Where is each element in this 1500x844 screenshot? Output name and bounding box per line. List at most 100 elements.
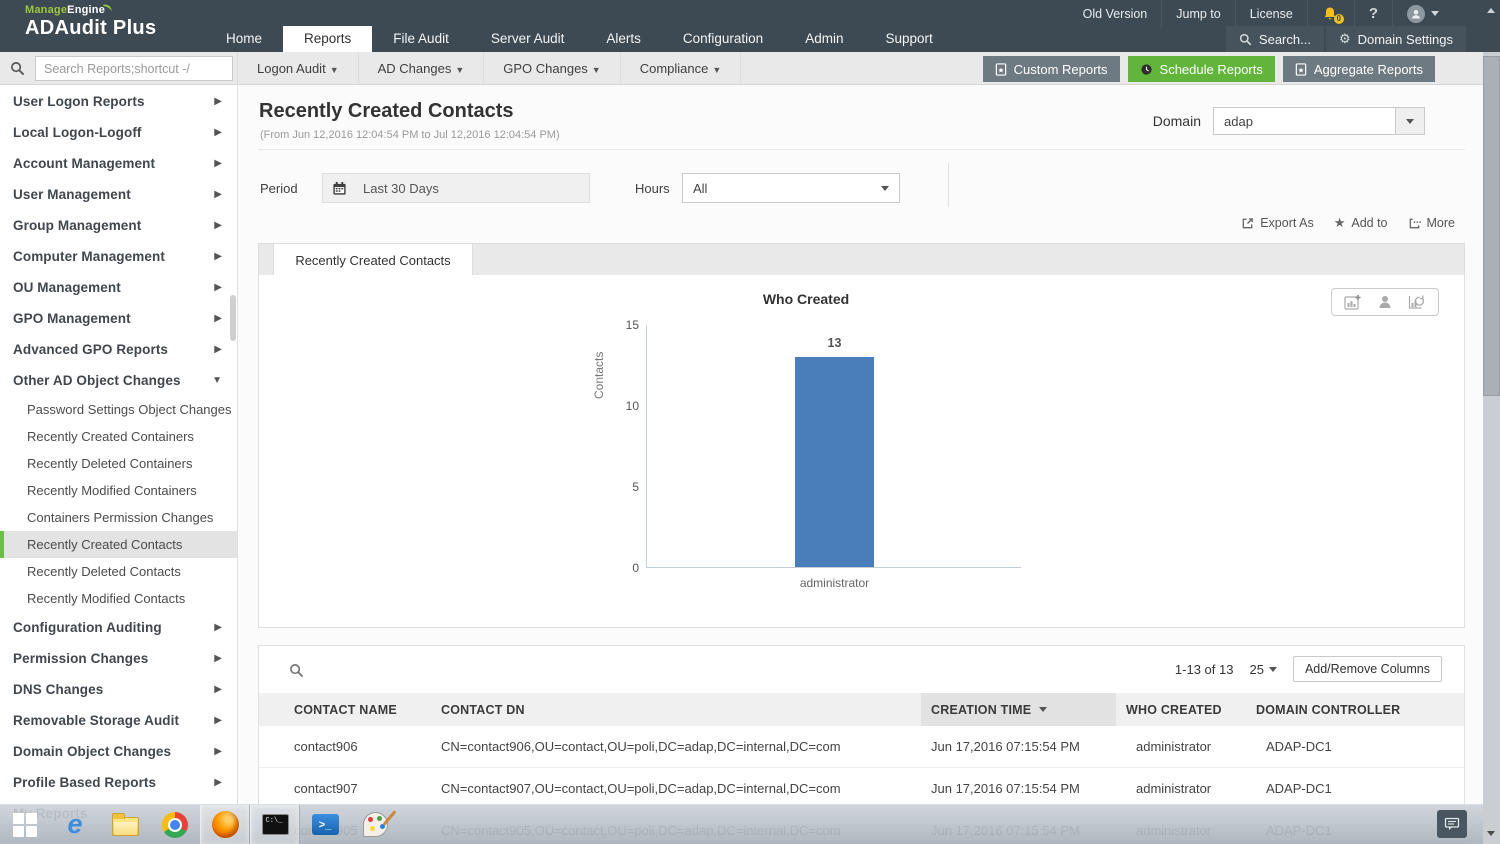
chevron-right-icon: ▶	[214, 96, 222, 107]
sidebar-subitem-containers-permission-changes[interactable]: Containers Permission Changes	[0, 504, 237, 531]
report-doc-icon	[1295, 62, 1307, 76]
table-search-icon[interactable]	[289, 663, 304, 683]
sidebar-item-domain-object-changes[interactable]: Domain Object Changes ▶	[0, 736, 237, 767]
license-link[interactable]: License	[1234, 0, 1307, 27]
sidebar-item-gpo-management[interactable]: GPO Management ▶	[0, 303, 237, 334]
add-chart-icon[interactable]	[1344, 294, 1362, 310]
sidebar-subitem-recently-modified-contacts[interactable]: Recently Modified Contacts	[0, 585, 237, 612]
tab-home[interactable]: Home	[205, 26, 283, 52]
header-buttons: Search... ⚙ Domain Settings	[1225, 26, 1466, 52]
sidebar-subitem-recently-created-containers[interactable]: Recently Created Containers	[0, 423, 237, 450]
sidebar-item-removable-storage-audit[interactable]: Removable Storage Audit ▶	[0, 705, 237, 736]
column-header-contact-name[interactable]: CONTACT NAME	[294, 703, 441, 717]
sidebar-subitem-recently-modified-containers[interactable]: Recently Modified Containers	[0, 477, 237, 504]
chevron-right-icon: ▶	[214, 715, 222, 726]
notifications-button[interactable]: 0	[1306, 0, 1354, 27]
chrome-button[interactable]	[150, 805, 200, 844]
sidebar-item-group-management[interactable]: Group Management ▶	[0, 210, 237, 241]
tab-alerts[interactable]: Alerts	[585, 26, 662, 52]
refresh-chart-icon[interactable]	[1408, 294, 1426, 310]
sidebar-subitem-recently-created-contacts[interactable]: Recently Created Contacts	[0, 531, 237, 558]
page-scrollbar[interactable]	[1483, 0, 1500, 844]
scrollbar-thumb[interactable]	[1483, 56, 1500, 396]
sidebar-item-dns-changes[interactable]: DNS Changes ▶	[0, 674, 237, 705]
old-version-link[interactable]: Old Version	[1069, 0, 1162, 27]
account-menu[interactable]	[1392, 0, 1453, 27]
tab-reports[interactable]: Reports	[283, 26, 373, 52]
hours-select[interactable]: All	[682, 173, 900, 203]
powershell-button[interactable]: >_	[300, 805, 350, 844]
sidebar-item-computer-management[interactable]: Computer Management ▶	[0, 241, 237, 272]
user-view-icon[interactable]	[1377, 294, 1393, 310]
menu-logon-audit[interactable]: Logon Audit ▼	[237, 52, 359, 85]
hours-label: Hours	[635, 181, 670, 196]
domain-settings-button[interactable]: ⚙ Domain Settings	[1325, 26, 1466, 52]
sidebar-scroll-handle[interactable]	[230, 295, 236, 341]
export-as-link[interactable]: Export As	[1241, 215, 1314, 231]
scroll-up-arrow-icon[interactable]	[1487, 8, 1495, 13]
internet-explorer-button[interactable]: e	[50, 805, 100, 844]
table-controls: 1-13 of 13 25 Add/Remove Columns	[1175, 656, 1442, 682]
sidebar-subitem-password-settings-object-changes[interactable]: Password Settings Object Changes	[0, 396, 237, 423]
page-size-select[interactable]: 25	[1249, 662, 1277, 677]
add-remove-columns-button[interactable]: Add/Remove Columns	[1292, 656, 1442, 682]
sidebar-item-configuration-auditing[interactable]: Configuration Auditing ▶	[0, 612, 237, 643]
toolbar-buttons: Custom Reports Schedule Reports Aggregat…	[982, 56, 1435, 82]
start-button[interactable]	[0, 805, 50, 844]
sidebar-item-profile-based-reports[interactable]: Profile Based Reports ▶	[0, 767, 237, 798]
menu-compliance[interactable]: Compliance ▼	[621, 52, 742, 85]
sidebar-item-other-ad-object-changes[interactable]: Other AD Object Changes ▼	[0, 365, 237, 396]
jump-to-link[interactable]: Jump to	[1161, 0, 1234, 27]
report-search-input[interactable]	[35, 56, 233, 81]
brand-manage: Manage	[25, 4, 68, 16]
schedule-reports-button[interactable]: Schedule Reports	[1127, 56, 1275, 82]
tab-admin[interactable]: Admin	[784, 26, 864, 52]
table-row[interactable]: contact906 CN=contact906,OU=contact,OU=p…	[259, 726, 1464, 768]
tab-server-audit[interactable]: Server Audit	[470, 26, 586, 52]
aggregate-reports-button[interactable]: Aggregate Reports	[1282, 56, 1435, 82]
scroll-down-arrow-icon[interactable]	[1487, 831, 1495, 836]
paint-button[interactable]	[350, 805, 400, 844]
more-icon	[1409, 218, 1421, 228]
chevron-down-icon	[1268, 666, 1277, 672]
add-to-link[interactable]: ★ Add to	[1334, 215, 1388, 231]
product-name: ADAudit Plus	[25, 17, 157, 39]
cmd-button[interactable]: C:\_	[250, 804, 300, 844]
sidebar-item-account-management[interactable]: Account Management ▶	[0, 148, 237, 179]
y-tick: 0	[632, 561, 639, 575]
column-header-domain-controller[interactable]: DOMAIN CONTROLLER	[1256, 703, 1464, 717]
report-search-icon[interactable]	[0, 52, 35, 85]
sidebar-item-permission-changes[interactable]: Permission Changes ▶	[0, 643, 237, 674]
menu-gpo-changes[interactable]: GPO Changes ▼	[484, 52, 621, 85]
sidebar-subitem-recently-deleted-contacts[interactable]: Recently Deleted Contacts	[0, 558, 237, 585]
tab-recently-created-contacts[interactable]: Recently Created Contacts	[273, 244, 473, 277]
sidebar-item-ou-management[interactable]: OU Management ▶	[0, 272, 237, 303]
bar-chart-plot: Contacts 15 10 5 0 13 administrator	[592, 318, 1021, 590]
custom-reports-button[interactable]: Custom Reports	[982, 56, 1120, 82]
sidebar-item-user-management[interactable]: User Management ▶	[0, 179, 237, 210]
sidebar-item-local-logon-logoff[interactable]: Local Logon-Logoff ▶	[0, 117, 237, 148]
file-explorer-button[interactable]	[100, 805, 150, 844]
column-header-creation-time[interactable]: CREATION TIME	[921, 693, 1116, 726]
firefox-button[interactable]	[200, 804, 250, 844]
global-search-button[interactable]: Search...	[1225, 26, 1324, 52]
tab-configuration[interactable]: Configuration	[662, 26, 784, 52]
help-button[interactable]: ?	[1353, 0, 1392, 27]
table-header-row: CONTACT NAME CONTACT DN CREATION TIME WH…	[259, 693, 1464, 726]
chevron-right-icon: ▶	[214, 220, 222, 231]
chevron-down-icon	[1431, 11, 1439, 16]
column-header-contact-dn[interactable]: CONTACT DN	[441, 703, 931, 717]
tab-file-audit[interactable]: File Audit	[372, 26, 470, 52]
sidebar-item-user-logon-reports[interactable]: User Logon Reports ▶	[0, 86, 237, 117]
more-link[interactable]: More	[1408, 215, 1455, 231]
menu-ad-changes[interactable]: AD Changes ▼	[359, 52, 485, 85]
folder-icon	[111, 813, 139, 836]
sidebar-item-advanced-gpo-reports[interactable]: Advanced GPO Reports ▶	[0, 334, 237, 365]
chart-bar[interactable]	[795, 357, 874, 567]
tab-support[interactable]: Support	[864, 26, 953, 52]
period-picker[interactable]: Last 30 Days	[322, 173, 590, 203]
column-header-who-created[interactable]: WHO CREATED	[1116, 703, 1256, 717]
tray-notification-button[interactable]	[1437, 810, 1467, 838]
sidebar-subitem-recently-deleted-containers[interactable]: Recently Deleted Containers	[0, 450, 237, 477]
domain-select[interactable]: adap	[1213, 107, 1425, 135]
